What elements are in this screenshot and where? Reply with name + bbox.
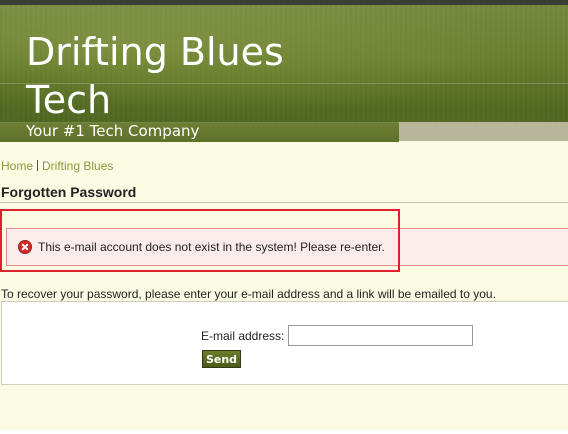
page-title: Forgotten Password [1,184,137,200]
site-tagline: Your #1 Tech Company [26,122,200,140]
breadcrumb-separator [37,160,39,171]
breadcrumb-current-link[interactable]: Drifting Blues [42,159,113,173]
email-label: E-mail address: [201,329,285,343]
password-recovery-form [1,301,568,385]
highlight-rectangle [0,209,400,272]
site-title: Drifting Blues Tech [26,30,284,122]
breadcrumb: Home Drifting Blues [1,159,113,173]
send-button[interactable]: Send [202,350,241,368]
email-input[interactable] [288,325,473,346]
breadcrumb-home-link[interactable]: Home [1,159,33,173]
tagline-band-right [399,122,568,141]
title-divider [0,202,568,203]
recovery-instructions: To recover your password, please enter y… [1,287,496,301]
footer-strip [0,430,568,434]
